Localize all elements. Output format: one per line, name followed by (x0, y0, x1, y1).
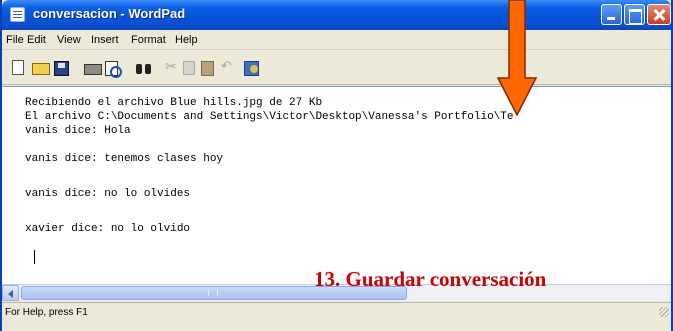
new-icon[interactable] (12, 60, 24, 75)
date-time-icon[interactable] (244, 61, 259, 76)
menu-format[interactable]: Format (131, 34, 166, 46)
undo-icon[interactable]: ↶ (221, 59, 239, 77)
find-icon[interactable] (136, 62, 152, 74)
menu-file[interactable]: File (6, 34, 24, 46)
menu-insert[interactable]: Insert (91, 34, 119, 46)
menu-view[interactable]: View (57, 34, 81, 46)
document-area[interactable]: Recibiendo el archivo Blue hills.jpg de … (2, 86, 671, 284)
minimize-button[interactable] (601, 4, 622, 25)
maximize-button[interactable] (624, 4, 645, 25)
save-icon[interactable] (54, 61, 69, 76)
menu-help[interactable]: Help (175, 34, 198, 46)
doc-line-7: vanis dice: no lo olvides (25, 188, 191, 200)
title-bar[interactable]: conversacion - WordPad (2, 0, 671, 30)
copy-icon[interactable] (183, 61, 195, 75)
doc-line-3: vanis dice: Hola (25, 125, 131, 137)
annotation-arrow (497, 0, 537, 116)
print-icon[interactable] (84, 64, 102, 75)
print-preview-icon[interactable] (105, 61, 122, 78)
close-button[interactable] (647, 4, 671, 25)
doc-line-1: Recibiendo el archivo Blue hills.jpg de … (25, 97, 323, 109)
status-text: For Help, press F1 (5, 307, 88, 318)
annotation-caption: 13. Guardar conversación (314, 267, 547, 291)
doc-line-5: vanis dice: tenemos clases hoy (25, 153, 224, 165)
window-title: conversacion - WordPad (33, 6, 186, 21)
doc-line-2: El archivo C:\Documents and Settings\Vic… (25, 111, 514, 123)
resize-grip[interactable] (659, 307, 669, 317)
doc-line-9: xavier dice: no lo olvido (25, 223, 191, 235)
open-icon[interactable] (32, 63, 50, 75)
menu-bar: File Edit View Insert Format Help (2, 30, 671, 50)
toolbar: ✂ ↶ (2, 51, 671, 85)
wordpad-app-icon[interactable] (10, 7, 25, 22)
text-caret (34, 250, 35, 264)
menu-edit[interactable]: Edit (27, 34, 46, 46)
paste-icon[interactable] (201, 61, 214, 76)
status-bar: For Help, press F1 (2, 302, 671, 331)
annotation-arrow-shape (497, 0, 537, 116)
scroll-left-button[interactable] (2, 285, 19, 301)
cut-icon[interactable]: ✂ (165, 59, 183, 77)
